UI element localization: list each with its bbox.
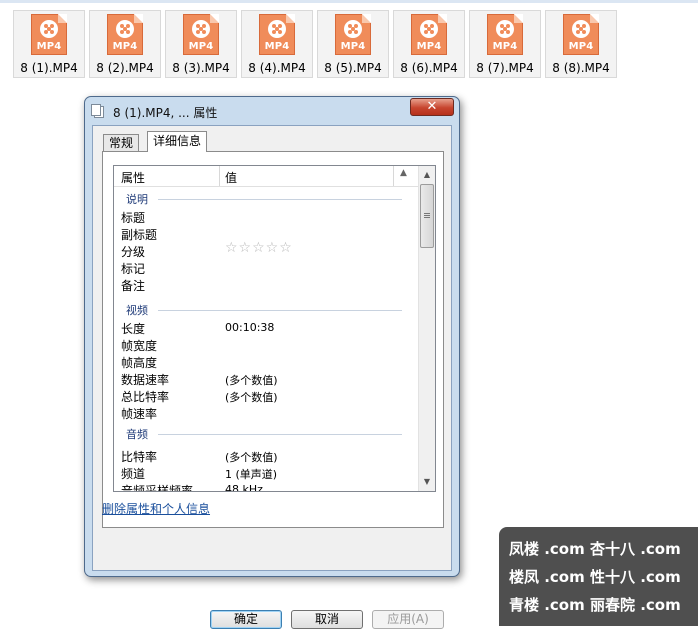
file-name: 8 (2).MP4 — [96, 61, 154, 75]
mp4-file-icon: MP4 — [259, 14, 295, 55]
watermark-line: 凤楼 .com 杏十八 .com — [509, 540, 681, 558]
file-type-label: MP4 — [492, 41, 518, 52]
film-reel-icon — [268, 20, 286, 38]
file-type-label: MP4 — [340, 41, 366, 52]
apply-button[interactable]: 应用(A) — [372, 610, 444, 629]
property-value: (多个数值) — [225, 374, 278, 387]
file-type-label: MP4 — [188, 41, 214, 52]
watermark-line: 楼凤 .com 性十八 .com — [509, 568, 681, 586]
group-divider — [158, 199, 402, 200]
cancel-button[interactable]: 取消 — [291, 610, 363, 629]
properties-icon — [91, 104, 104, 118]
file-name: 8 (7).MP4 — [476, 61, 534, 75]
property-name[interactable]: 标记 — [121, 260, 145, 277]
group-divider — [158, 310, 402, 311]
property-value: (多个数值) — [225, 451, 278, 464]
property-name[interactable]: 分级 — [121, 243, 145, 260]
watermark-line: 青楼 .com 丽春院 .com — [509, 596, 681, 614]
property-name[interactable]: 备注 — [121, 277, 145, 294]
property-name[interactable]: 副标题 — [121, 226, 157, 243]
list-header: 属性 值 ▲ — [114, 166, 420, 187]
group-header-audio: 音频 — [126, 428, 148, 441]
property-name[interactable]: 总比特率 — [121, 388, 169, 405]
rating-stars[interactable]: ☆☆☆☆☆ — [225, 240, 293, 256]
file-name: 8 (8).MP4 — [552, 61, 610, 75]
close-button[interactable]: ✕ — [410, 98, 454, 116]
property-name[interactable]: 帧高度 — [121, 354, 157, 371]
column-header-property[interactable]: 属性 — [121, 169, 145, 186]
mp4-file-icon: MP4 — [411, 14, 447, 55]
group-divider — [158, 434, 402, 435]
remove-properties-link[interactable]: 删除属性和个人信息 — [102, 500, 210, 517]
scroll-up-arrow-icon[interactable]: ▲ — [419, 167, 435, 183]
file-item[interactable]: MP4 8 (4).MP4 — [241, 10, 313, 78]
file-type-label: MP4 — [112, 41, 138, 52]
file-item[interactable]: MP4 8 (3).MP4 — [165, 10, 237, 78]
property-name[interactable]: 标题 — [121, 209, 145, 226]
property-name[interactable]: 音频采样频率 — [121, 482, 193, 491]
mp4-file-icon: MP4 — [183, 14, 219, 55]
header-chevron-up-icon: ▲ — [400, 168, 407, 178]
tab-general[interactable]: 常规 — [103, 134, 140, 151]
property-value: 1 (单声道) — [225, 468, 278, 481]
vertical-scrollbar[interactable]: ▲ ▼ — [418, 166, 435, 491]
film-reel-icon — [496, 20, 514, 38]
film-reel-icon — [192, 20, 210, 38]
film-reel-icon — [116, 20, 134, 38]
file-type-label: MP4 — [568, 41, 594, 52]
property-value: 00:10:38 — [225, 321, 275, 334]
mp4-file-icon: MP4 — [487, 14, 523, 55]
property-name[interactable]: 帧速率 — [121, 405, 157, 422]
details-panel: 属性 值 ▲ 说明 标题 副标题 分级 ☆☆☆☆☆ 标记 备注 视频 长度 00… — [102, 151, 444, 528]
watermark: 凤楼 .com 杏十八 .com 楼凤 .com 性十八 .com 青楼 .co… — [499, 527, 698, 626]
group-header-video: 视频 — [126, 304, 148, 317]
file-item[interactable]: MP4 8 (2).MP4 — [89, 10, 161, 78]
file-type-label: MP4 — [416, 41, 442, 52]
dialog-body: 常规 详细信息 属性 值 ▲ 说明 标题 副标题 分级 ☆☆☆☆☆ 标记 备注 — [92, 125, 452, 571]
file-item[interactable]: MP4 8 (5).MP4 — [317, 10, 389, 78]
file-name: 8 (6).MP4 — [400, 61, 458, 75]
property-name[interactable]: 帧宽度 — [121, 337, 157, 354]
property-name[interactable]: 长度 — [121, 320, 145, 337]
mp4-file-icon: MP4 — [563, 14, 599, 55]
property-list[interactable]: 属性 值 ▲ 说明 标题 副标题 分级 ☆☆☆☆☆ 标记 备注 视频 长度 00… — [113, 165, 436, 492]
ok-button[interactable]: 确定 — [210, 610, 282, 629]
dialog-title: 8 (1).MP4, ... 属性 — [113, 106, 218, 120]
property-name[interactable]: 频道 — [121, 465, 145, 482]
film-reel-icon — [40, 20, 58, 38]
property-value: 48 kHz — [225, 483, 263, 492]
mp4-file-icon: MP4 — [31, 14, 67, 55]
film-reel-icon — [572, 20, 590, 38]
mp4-file-icon: MP4 — [107, 14, 143, 55]
scroll-down-arrow-icon[interactable]: ▼ — [419, 474, 435, 490]
group-header-description: 说明 — [126, 193, 148, 206]
file-item[interactable]: MP4 8 (1).MP4 — [13, 10, 85, 78]
mp4-file-icon: MP4 — [335, 14, 371, 55]
film-reel-icon — [344, 20, 362, 38]
file-name: 8 (4).MP4 — [248, 61, 306, 75]
column-header-value[interactable]: 值 — [225, 169, 237, 186]
file-item[interactable]: MP4 8 (8).MP4 — [545, 10, 617, 78]
column-divider[interactable] — [219, 166, 220, 186]
file-type-label: MP4 — [264, 41, 290, 52]
file-item[interactable]: MP4 8 (7).MP4 — [469, 10, 541, 78]
file-name: 8 (5).MP4 — [324, 61, 382, 75]
property-value: (多个数值) — [225, 391, 278, 404]
column-divider[interactable] — [393, 166, 394, 186]
file-name: 8 (3).MP4 — [172, 61, 230, 75]
dialog-titlebar[interactable]: 8 (1).MP4, ... 属性 ✕ — [85, 97, 459, 125]
explorer-top-border — [0, 0, 698, 3]
tab-details[interactable]: 详细信息 — [147, 131, 208, 152]
file-item[interactable]: MP4 8 (6).MP4 — [393, 10, 465, 78]
film-reel-icon — [420, 20, 438, 38]
property-name[interactable]: 比特率 — [121, 448, 157, 465]
properties-dialog: 8 (1).MP4, ... 属性 ✕ 常规 详细信息 属性 值 ▲ 说明 标题… — [84, 96, 460, 629]
grip-icon — [424, 213, 430, 214]
scrollbar-thumb[interactable] — [420, 184, 434, 248]
file-name: 8 (1).MP4 — [20, 61, 78, 75]
file-type-label: MP4 — [36, 41, 62, 52]
property-name[interactable]: 数据速率 — [121, 371, 169, 388]
